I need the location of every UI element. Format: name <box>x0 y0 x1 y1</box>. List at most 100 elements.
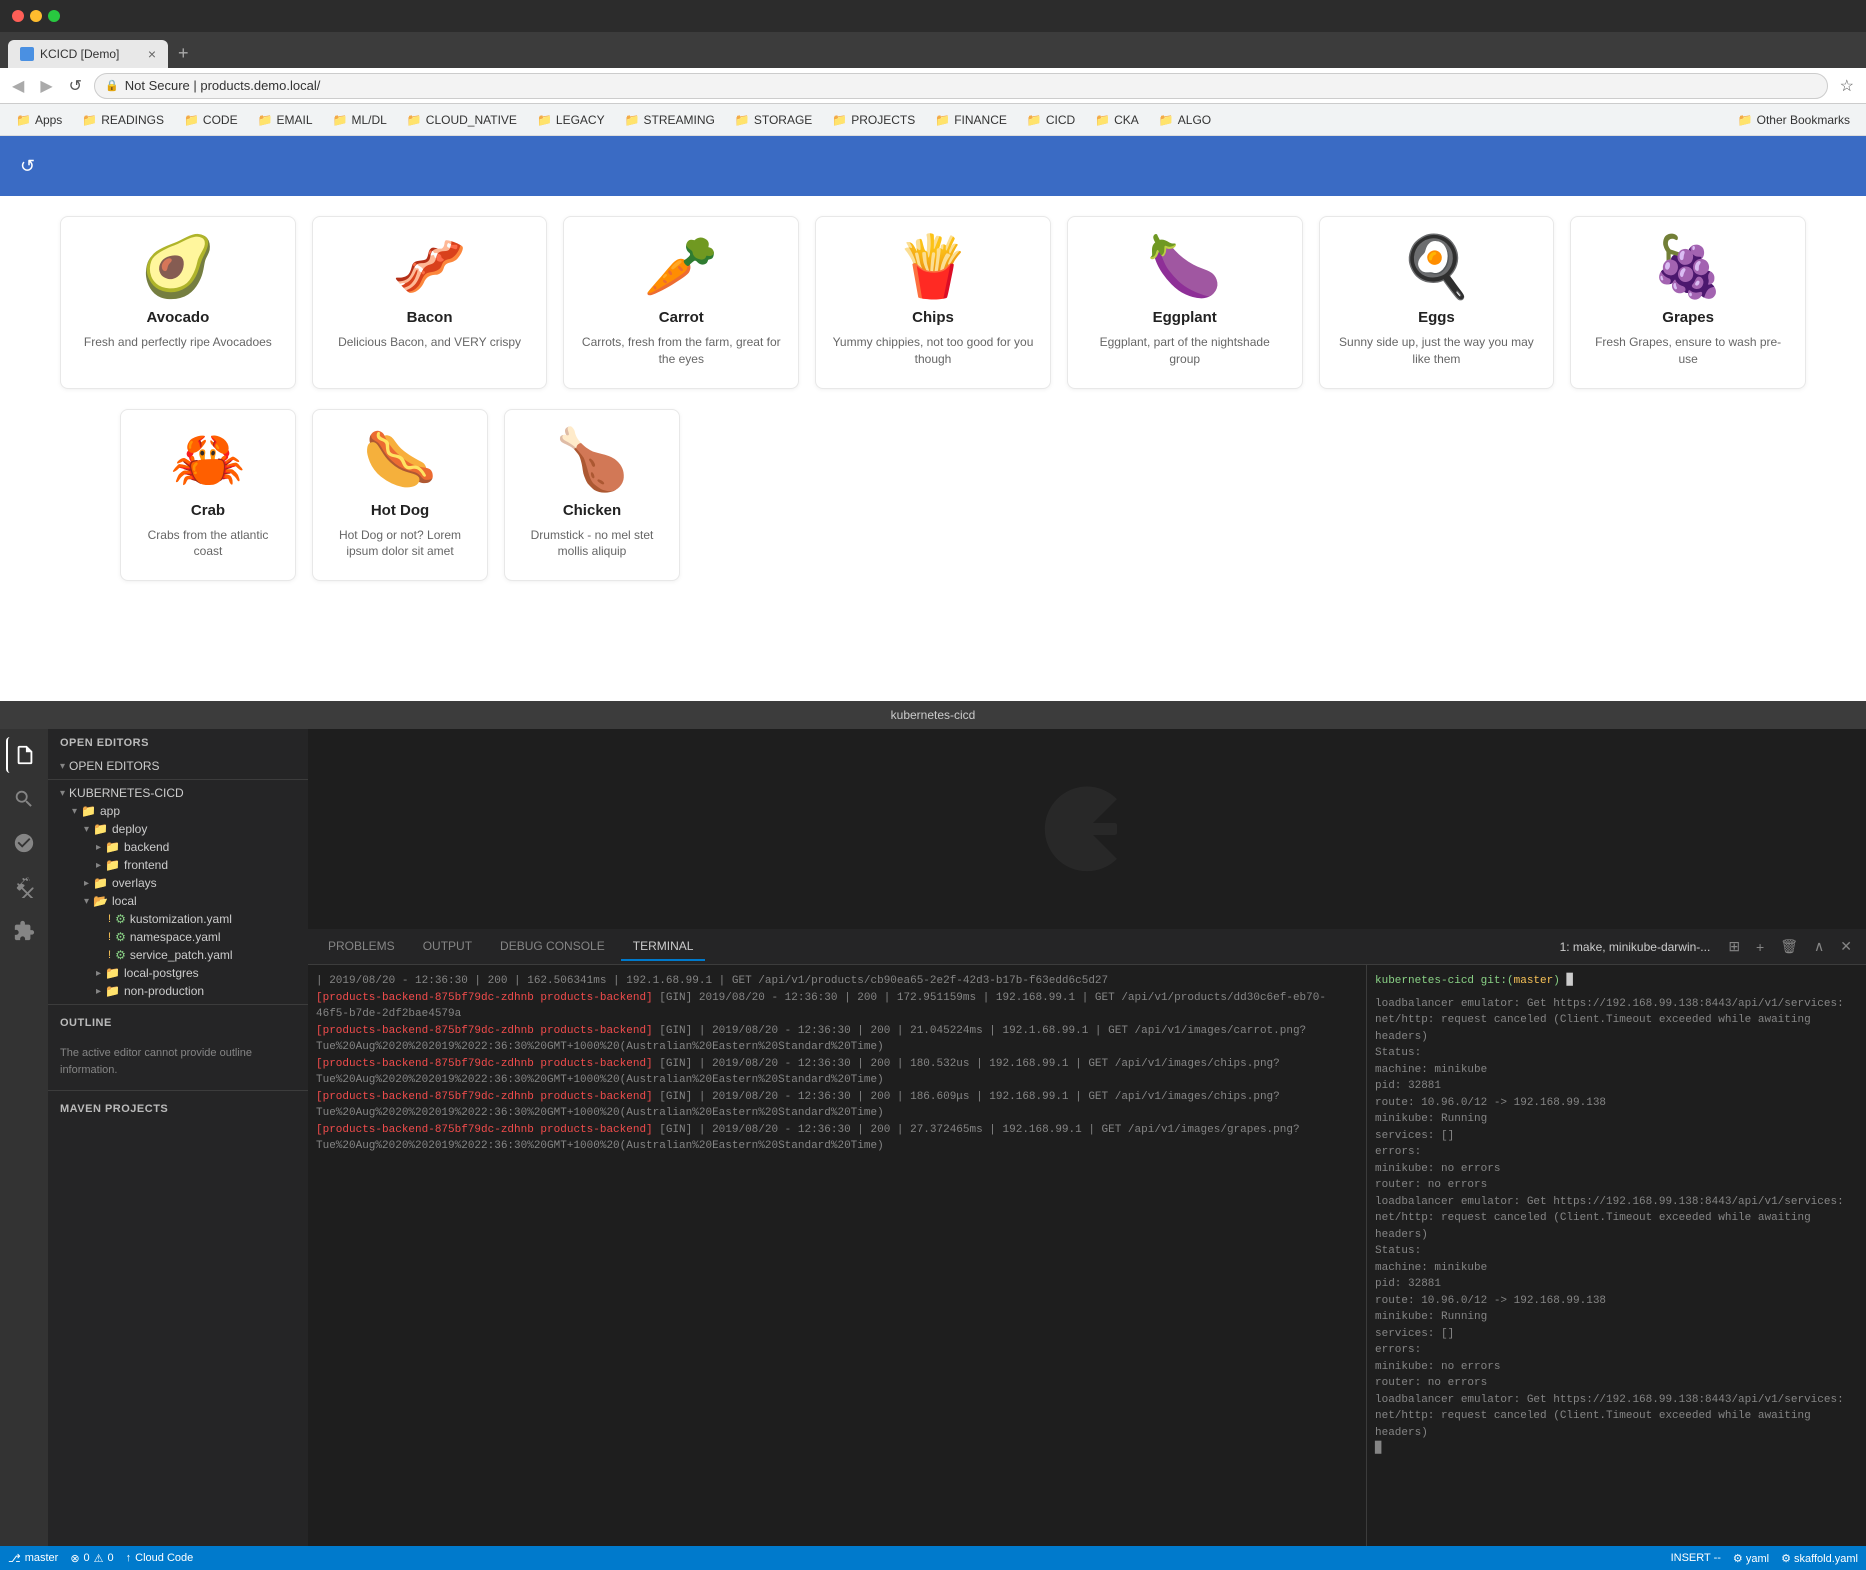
product-grapes[interactable]: 🍇 Grapes Fresh Grapes, ensure to wash pr… <box>1570 216 1806 389</box>
log-line: errors: <box>1375 1342 1858 1359</box>
tree-deploy[interactable]: ▾ 📁 deploy <box>48 820 308 838</box>
debug-icon[interactable] <box>6 869 42 905</box>
terminal-right[interactable]: kubernetes-cicd git:(master) ▊ loadbalan… <box>1366 965 1866 1546</box>
terminal-chevron-button[interactable]: ∧ <box>1808 934 1830 959</box>
tree-local-postgres[interactable]: ▸ 📁 local-postgres <box>48 964 308 982</box>
tab-problems[interactable]: PROBLEMS <box>316 933 407 961</box>
chevron-icon: ▾ <box>60 761 65 772</box>
bookmark-legacy[interactable]: 📁 LEGACY <box>529 109 613 131</box>
close-button[interactable] <box>12 10 24 22</box>
terminal-add-button[interactable]: + <box>1750 935 1770 959</box>
log-line: machine: minikube <box>1375 1260 1858 1277</box>
reload-button[interactable]: ↺ <box>65 72 86 100</box>
minimize-button[interactable] <box>30 10 42 22</box>
log-line: loadbalancer emulator: Get https://192.1… <box>1375 1194 1858 1244</box>
yaml-icon: ⚙ <box>115 930 126 944</box>
tree-label: local <box>112 894 137 908</box>
bookmarks-bar: 📁 Apps 📁 READINGS 📁 CODE 📁 EMAIL 📁 ML/DL… <box>0 104 1866 136</box>
product-carrot[interactable]: 🥕 Carrot Carrots, fresh from the farm, g… <box>563 216 799 389</box>
warning-icon: ! <box>108 913 111 925</box>
warning-icon: ! <box>108 931 111 943</box>
tree-backend[interactable]: ▸ 📁 backend <box>48 838 308 856</box>
tree-kustomization[interactable]: ! ⚙ kustomization.yaml <box>48 910 308 928</box>
bookmark-email[interactable]: 📁 EMAIL <box>250 109 321 131</box>
bookmark-cloudnative[interactable]: 📁 CLOUD_NATIVE <box>399 109 525 131</box>
product-chips[interactable]: 🍟 Chips Yummy chippies, not too good for… <box>815 216 1051 389</box>
product-bacon[interactable]: 🥓 Bacon Delicious Bacon, and VERY crispy <box>312 216 548 389</box>
page-header: ↺ <box>0 136 1866 196</box>
product-crab[interactable]: 🦀 Crab Crabs from the atlantic coast <box>120 409 296 582</box>
bookmark-algo[interactable]: 📁 ALGO <box>1151 109 1219 131</box>
terminal-split-button[interactable]: ⊞ <box>1722 934 1746 959</box>
product-eggplant[interactable]: 🍆 Eggplant Eggplant, part of the nightsh… <box>1067 216 1303 389</box>
folder-icon: 📁 <box>935 113 950 127</box>
product-avocado[interactable]: 🥑 Avocado Fresh and perfectly ripe Avoca… <box>60 216 296 389</box>
terminal-trash-button[interactable]: 🗑 <box>1774 934 1804 959</box>
folder-icon: 📁 <box>105 840 120 854</box>
bookmark-button[interactable]: ☆ <box>1836 72 1858 100</box>
tree-namespace[interactable]: ! ⚙ namespace.yaml <box>48 928 308 946</box>
folder-icon: 📁 <box>1027 113 1042 127</box>
bookmark-streaming[interactable]: 📁 STREAMING <box>617 109 723 131</box>
tree-app[interactable]: ▾ 📁 app <box>48 802 308 820</box>
git-icon[interactable] <box>6 825 42 861</box>
bookmark-mldl[interactable]: 📁 ML/DL <box>325 109 395 131</box>
tab-output[interactable]: OUTPUT <box>411 933 484 961</box>
bookmark-cka[interactable]: 📁 CKA <box>1087 109 1147 131</box>
folder-icon: 📁 <box>258 113 273 127</box>
skaffold-label: ⚙ skaffold.yaml <box>1781 1552 1858 1565</box>
tree-label: deploy <box>112 822 147 836</box>
status-branch[interactable]: ⎇ master <box>8 1552 58 1565</box>
product-hotdog[interactable]: 🌭 Hot Dog Hot Dog or not? Lorem ipsum do… <box>312 409 488 582</box>
tab-debug-console[interactable]: DEBUG CONSOLE <box>488 933 617 961</box>
terminal-close-button[interactable]: ✕ <box>1834 934 1858 959</box>
bookmark-readings[interactable]: 📁 READINGS <box>74 109 172 131</box>
bookmark-finance[interactable]: 📁 FINANCE <box>927 109 1015 131</box>
bookmark-label: READINGS <box>101 113 164 127</box>
tab-terminal[interactable]: TERMINAL <box>621 933 706 961</box>
tab-bar: KCICD [Demo] × + <box>0 32 1866 68</box>
new-tab-button[interactable]: + <box>170 39 197 68</box>
bookmark-code[interactable]: 📁 CODE <box>176 109 246 131</box>
vscode-watermark-icon <box>1027 769 1147 889</box>
tree-label: local-postgres <box>124 966 199 980</box>
forward-button[interactable]: ▶ <box>36 72 56 100</box>
product-desc: Eggplant, part of the nightshade group <box>1084 334 1286 368</box>
product-eggs[interactable]: 🍳 Eggs Sunny side up, just the way you m… <box>1319 216 1555 389</box>
url-box[interactable]: 🔒 Not Secure | products.demo.local/ <box>94 73 1828 99</box>
search-icon[interactable] <box>6 781 42 817</box>
tab-close-button[interactable]: × <box>148 46 156 62</box>
browser-tab[interactable]: KCICD [Demo] × <box>8 40 168 68</box>
error-icon: ⊗ <box>70 1552 79 1565</box>
bookmark-cicd[interactable]: 📁 CICD <box>1019 109 1083 131</box>
product-name: Carrot <box>580 309 782 326</box>
folder-icon: 📁 <box>407 113 422 127</box>
product-name: Avocado <box>77 309 279 326</box>
root-label: KUBERNETES-CICD <box>69 786 184 800</box>
maximize-button[interactable] <box>48 10 60 22</box>
product-emoji: 🍳 <box>1336 237 1538 297</box>
back-button[interactable]: ◀ <box>8 72 28 100</box>
explorer-header: OPEN EDITORS <box>48 729 308 757</box>
kubernetes-cicd-root[interactable]: ▾ KUBERNETES-CICD <box>48 784 308 802</box>
terminal-left[interactable]: | 2019/08/20 - 12:36:30 | 200 | 162.5063… <box>308 965 1366 1546</box>
extensions-icon[interactable] <box>6 913 42 949</box>
log-line: loadbalancer emulator: Get https://192.1… <box>1375 1392 1858 1442</box>
tree-frontend[interactable]: ▸ 📁 frontend <box>48 856 308 874</box>
products-grid-row1: 🥑 Avocado Fresh and perfectly ripe Avoca… <box>0 196 1866 409</box>
tree-overlays[interactable]: ▸ 📁 overlays <box>48 874 308 892</box>
other-bookmarks[interactable]: 📁 Other Bookmarks <box>1730 109 1858 131</box>
bookmark-apps[interactable]: 📁 Apps <box>8 109 70 131</box>
status-sync[interactable]: ↑ Cloud Code <box>126 1552 194 1564</box>
folder-icon: 📁 <box>93 822 108 836</box>
bookmark-label: PROJECTS <box>851 113 915 127</box>
explorer-icon[interactable] <box>6 737 42 773</box>
page-refresh-icon[interactable]: ↺ <box>20 156 35 177</box>
tree-non-production[interactable]: ▸ 📁 non-production <box>48 982 308 1000</box>
tree-service-patch[interactable]: ! ⚙ service_patch.yaml <box>48 946 308 964</box>
bookmark-projects[interactable]: 📁 PROJECTS <box>824 109 923 131</box>
product-chicken[interactable]: 🍗 Chicken Drumstick - no mel stet mollis… <box>504 409 680 582</box>
status-errors[interactable]: ⊗ 0 ⚠ 0 <box>70 1552 113 1565</box>
bookmark-storage[interactable]: 📁 STORAGE <box>727 109 820 131</box>
tree-local[interactable]: ▾ 📂 local <box>48 892 308 910</box>
